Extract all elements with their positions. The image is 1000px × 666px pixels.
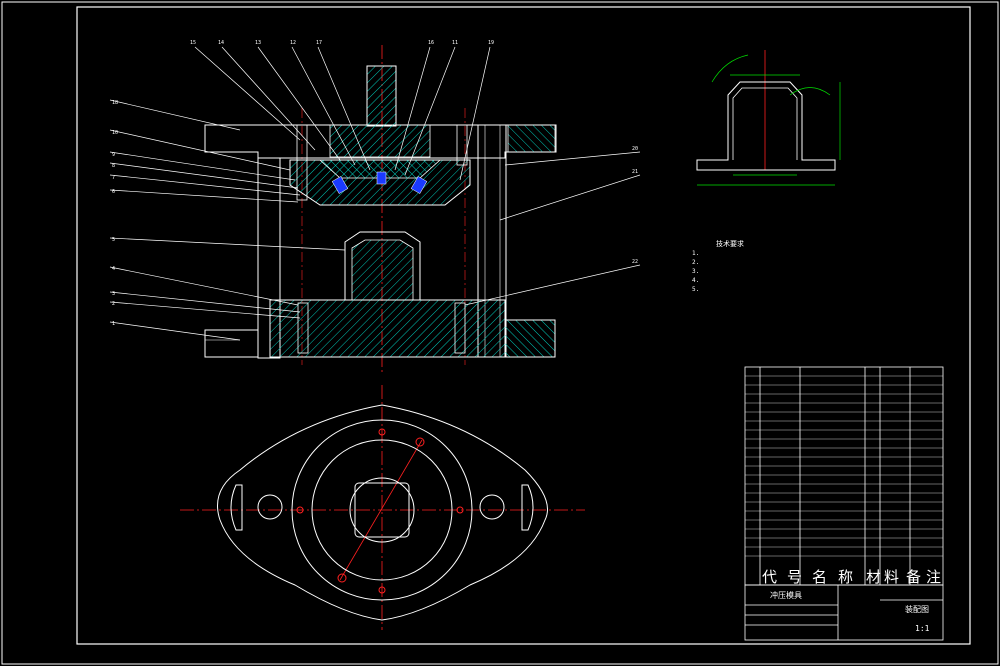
bom-header-remark-2: 注 — [926, 568, 942, 586]
svg-text:17: 17 — [316, 40, 322, 46]
svg-text:8: 8 — [112, 163, 115, 169]
svg-text:18: 18 — [112, 100, 118, 106]
base-plate — [204, 329, 259, 358]
drawing-number: 装配图 — [905, 605, 929, 614]
svg-text:19: 19 — [488, 40, 494, 46]
plan-view — [180, 385, 585, 630]
svg-text:1: 1 — [112, 321, 115, 327]
technical-notes-title: 技术要求 — [716, 240, 744, 248]
svg-text:12: 12 — [290, 40, 296, 46]
svg-text:3: 3 — [112, 291, 115, 297]
bom-header-code-2: 号 — [787, 568, 803, 586]
bom-table — [744, 366, 944, 586]
svg-text:2: 2 — [112, 301, 115, 307]
note-line: 3. — [692, 268, 700, 275]
part-detail — [696, 50, 841, 186]
drawing-name: 冲压模具 — [770, 591, 802, 600]
note-line: 4. — [692, 277, 700, 284]
bom-header-material-1: 材 — [866, 568, 882, 586]
note-line: 2. — [692, 259, 700, 266]
note-line: 1. — [692, 250, 700, 257]
svg-text:20: 20 — [632, 146, 638, 152]
svg-text:9: 9 — [112, 152, 115, 158]
section-view: 18 10 9 8 7 6 5 4 3 2 1 15 14 13 12 17 16 11 19 2… — [109, 40, 641, 372]
svg-text:4: 4 — [112, 266, 115, 272]
bom-header-name-2: 称 — [838, 568, 854, 586]
svg-text:14: 14 — [218, 40, 224, 46]
lower-die — [269, 299, 506, 358]
svg-text:22: 22 — [632, 259, 638, 265]
bom-header-material-2: 料 — [884, 568, 900, 586]
svg-text:6: 6 — [112, 189, 115, 195]
svg-text:7: 7 — [112, 175, 115, 181]
svg-text:21: 21 — [632, 169, 638, 175]
svg-text:5: 5 — [112, 237, 115, 243]
shank — [366, 65, 397, 127]
bom-header-code-1: 代 — [762, 568, 778, 586]
note-line: 5. — [692, 286, 700, 293]
svg-text:13: 13 — [255, 40, 261, 46]
die-set-outline — [217, 404, 548, 621]
drawing-scale: 1:1 — [915, 624, 930, 633]
bom-row-lines — [745, 375, 943, 557]
bom-header-name-1: 名 — [812, 568, 828, 586]
bom-header-remark-1: 备 — [906, 568, 922, 586]
svg-text:16: 16 — [428, 40, 434, 46]
svg-text:11: 11 — [452, 40, 458, 46]
svg-text:15: 15 — [190, 40, 196, 46]
svg-text:10: 10 — [112, 130, 118, 136]
